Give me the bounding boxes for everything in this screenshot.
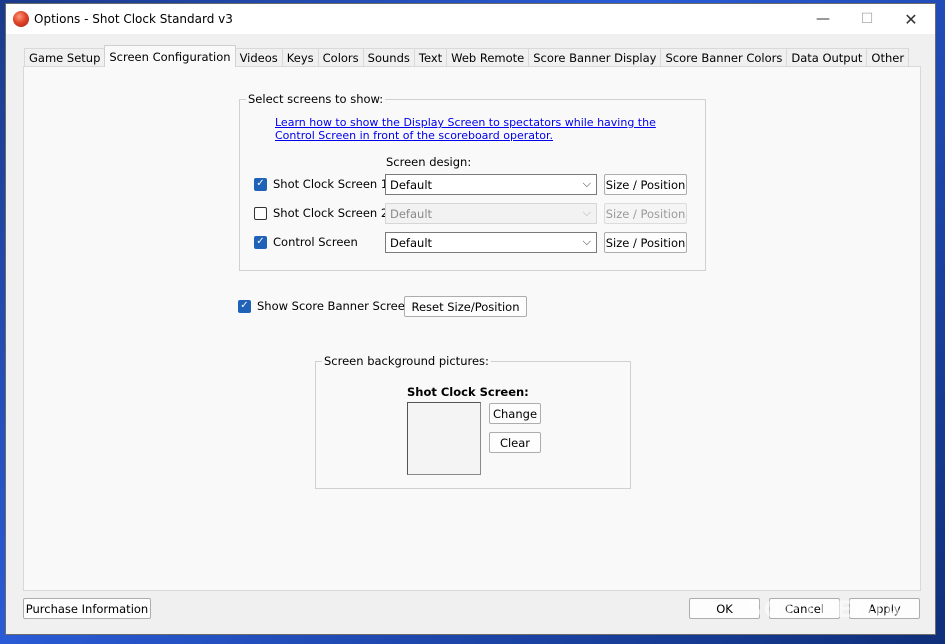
maximize-icon: ☐: [860, 11, 874, 27]
tab-sounds[interactable]: Sounds: [362, 48, 415, 67]
shot-clock-screen-1-checkbox[interactable]: ✓ Shot Clock Screen 1: [254, 177, 388, 191]
tab-text[interactable]: Text: [413, 48, 448, 67]
tab-videos[interactable]: Videos: [234, 48, 283, 67]
maximize-button[interactable]: ☐: [845, 4, 889, 34]
chevron-down-icon: ⌵: [582, 177, 591, 190]
options-window: Options - Shot Clock Standard v3 — ☐ ✕ G…: [5, 3, 936, 635]
control-screen-checkbox[interactable]: ✓ Control Screen: [254, 235, 358, 249]
tab-strip: Game Setup Screen Configuration Videos K…: [24, 45, 910, 67]
tab-score-banner-display[interactable]: Score Banner Display: [528, 48, 662, 67]
tab-colors[interactable]: Colors: [317, 48, 364, 67]
shot-clock-screen-1-design-select[interactable]: Default ⌵: [385, 174, 597, 195]
show-score-banner-checkbox[interactable]: ✓ Show Score Banner Screen: [238, 299, 412, 313]
title-bar: Options - Shot Clock Standard v3 — ☐ ✕: [6, 4, 935, 34]
checkbox-unchecked-icon: [254, 206, 267, 220]
control-screen-size-position-button[interactable]: Size / Position: [604, 232, 687, 253]
tab-keys[interactable]: Keys: [281, 48, 319, 67]
shot-clock-screen-1-label: Shot Clock Screen 1: [273, 177, 389, 191]
tab-score-banner-colors[interactable]: Score Banner Colors: [660, 48, 788, 67]
control-screen-label: Control Screen: [273, 235, 358, 249]
app-icon: [13, 11, 29, 27]
clear-picture-button[interactable]: Clear: [489, 432, 541, 453]
minimize-button[interactable]: —: [801, 4, 845, 34]
background-pictures-group: Screen background pictures: Shot Clock S…: [315, 354, 631, 489]
close-button[interactable]: ✕: [889, 4, 933, 34]
show-score-banner-label: Show Score Banner Screen: [257, 299, 413, 313]
shot-clock-screen-picture-label: Shot Clock Screen:: [407, 385, 529, 399]
tab-data-output[interactable]: Data Output: [786, 48, 868, 67]
background-picture-preview: [407, 402, 481, 475]
display-screen-help-link[interactable]: Learn how to show the Display Screen to …: [275, 116, 695, 142]
chevron-down-icon: ⌵: [582, 235, 591, 248]
shot-clock-screen-2-checkbox[interactable]: Shot Clock Screen 2: [254, 206, 388, 220]
checkbox-checked-icon: ✓: [238, 299, 251, 313]
tab-other[interactable]: Other: [866, 48, 910, 67]
screen-configuration-page: Select screens to show: Learn how to sho…: [23, 66, 921, 591]
select-screens-group: Select screens to show: Learn how to sho…: [239, 92, 706, 271]
softpedia-watermark: SOFTPEDIA: [746, 598, 904, 623]
tab-game-setup[interactable]: Game Setup: [24, 48, 106, 67]
select-screens-group-title: Select screens to show:: [246, 92, 386, 106]
change-picture-button[interactable]: Change: [489, 403, 541, 424]
shot-clock-screen-2-size-position-button[interactable]: Size / Position: [604, 203, 687, 224]
reset-size-position-button[interactable]: Reset Size/Position: [404, 296, 527, 317]
selected-value: Default: [390, 206, 433, 221]
shot-clock-screen-1-size-position-button[interactable]: Size / Position: [604, 174, 687, 195]
purchase-information-button[interactable]: Purchase Information: [23, 598, 151, 619]
control-screen-design-select[interactable]: Default ⌵: [385, 232, 597, 253]
chevron-down-icon: ⌵: [582, 206, 591, 219]
selected-value: Default: [390, 235, 433, 250]
close-icon: ✕: [904, 9, 918, 29]
selected-value: Default: [390, 177, 433, 192]
background-pictures-group-title: Screen background pictures:: [322, 354, 491, 368]
shot-clock-screen-2-design-select[interactable]: Default ⌵: [385, 203, 597, 224]
screen-design-label: Screen design:: [386, 155, 472, 169]
minimize-icon: —: [816, 11, 830, 27]
checkbox-checked-icon: ✓: [254, 235, 267, 249]
shot-clock-screen-2-label: Shot Clock Screen 2: [273, 206, 389, 220]
window-title: Options - Shot Clock Standard v3: [34, 12, 233, 26]
checkbox-checked-icon: ✓: [254, 177, 267, 191]
tab-web-remote[interactable]: Web Remote: [446, 48, 530, 67]
tab-screen-configuration[interactable]: Screen Configuration: [104, 45, 236, 67]
